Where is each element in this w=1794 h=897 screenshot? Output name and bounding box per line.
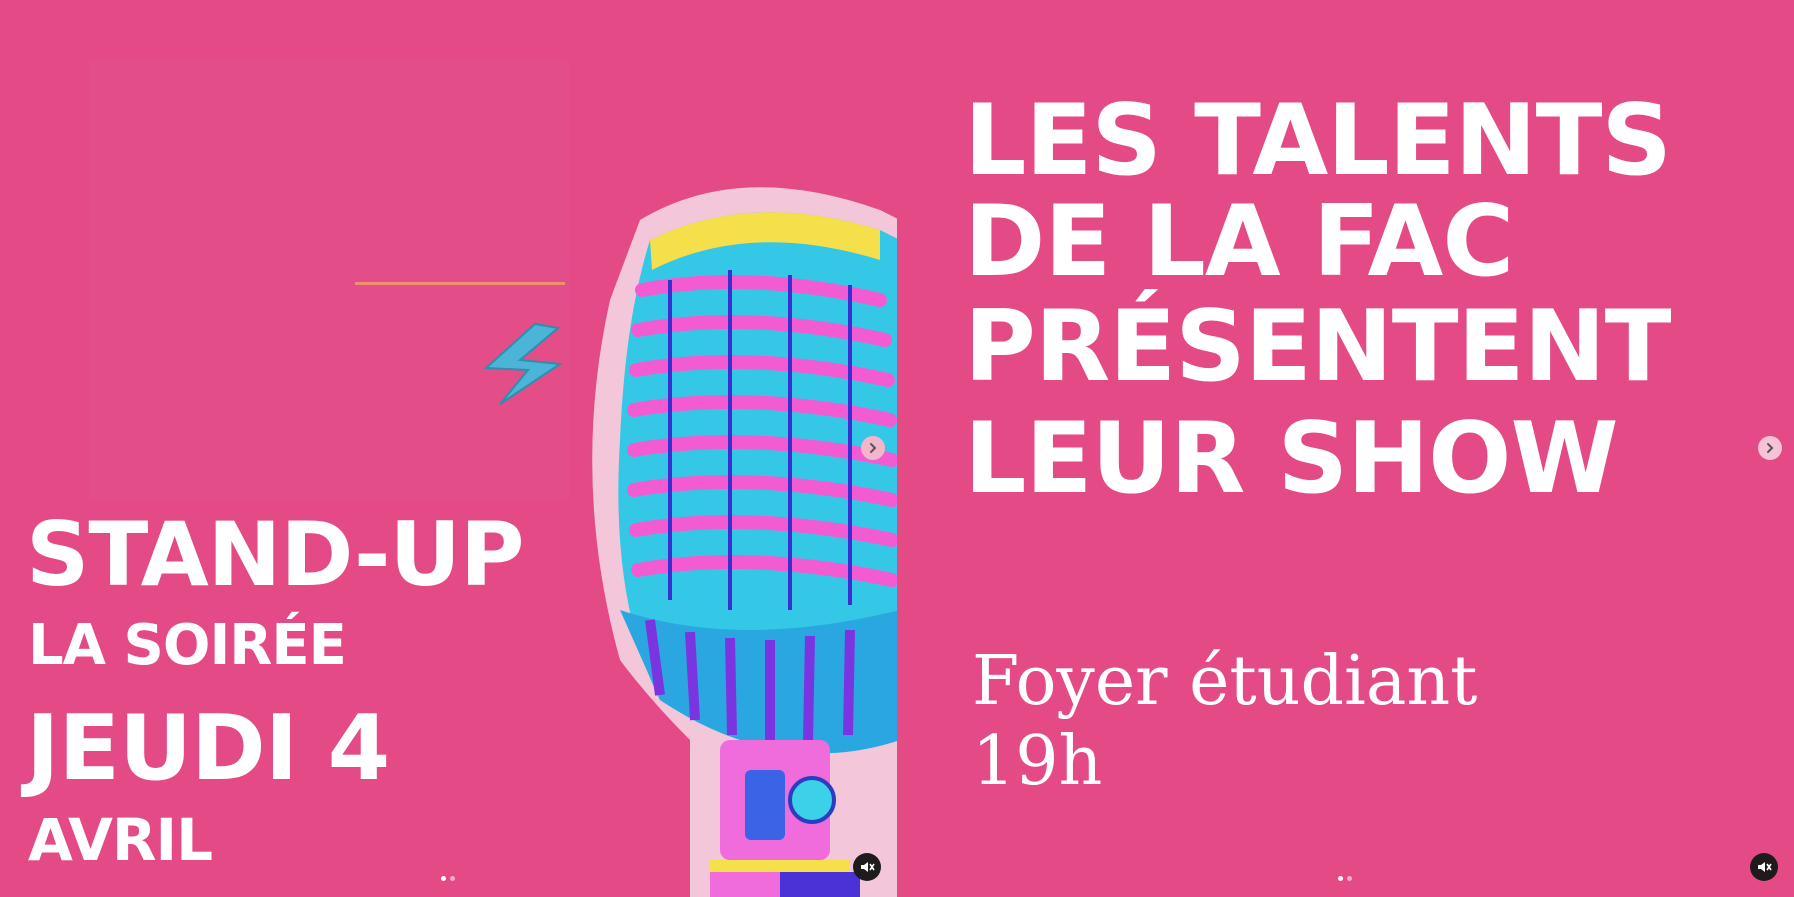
next-slide-button[interactable] xyxy=(861,436,885,460)
background-shape xyxy=(90,60,570,500)
headline-line-4: LEUR SHOW xyxy=(964,402,1619,516)
speaker-muted-icon xyxy=(861,862,875,872)
carousel-dot xyxy=(450,876,455,881)
slide-1: STAND-UP LA SOIRÉE JEUDI 4 AVRIL xyxy=(0,0,897,897)
event-title: STAND-UP xyxy=(26,503,524,606)
speaker-muted-icon xyxy=(1758,862,1772,872)
event-month: AVRIL xyxy=(28,806,213,874)
headline-line-2: DE LA FAC xyxy=(964,185,1514,299)
event-time: 19h xyxy=(972,722,1103,801)
carousel-indicator xyxy=(1338,876,1352,881)
headline-line-3: PRÉSENTENT xyxy=(964,290,1671,404)
background-line xyxy=(355,282,565,285)
carousel-dot xyxy=(1347,876,1352,881)
chevron-right-icon xyxy=(1767,443,1774,453)
carousel-dot-active xyxy=(1338,876,1343,881)
headline-line-1: LES TALENTS xyxy=(964,84,1672,198)
microphone-illustration xyxy=(592,187,897,897)
carousel-indicator xyxy=(441,876,455,881)
mute-button[interactable] xyxy=(853,853,881,881)
event-day: JEUDI 4 xyxy=(26,696,390,801)
lightning-icon xyxy=(483,322,563,405)
carousel-dot-active xyxy=(441,876,446,881)
mute-button[interactable] xyxy=(1750,853,1778,881)
chevron-right-icon xyxy=(870,443,877,453)
event-subtitle: LA SOIRÉE xyxy=(28,613,347,678)
event-venue: Foyer étudiant xyxy=(972,642,1478,721)
next-slide-button[interactable] xyxy=(1758,436,1782,460)
